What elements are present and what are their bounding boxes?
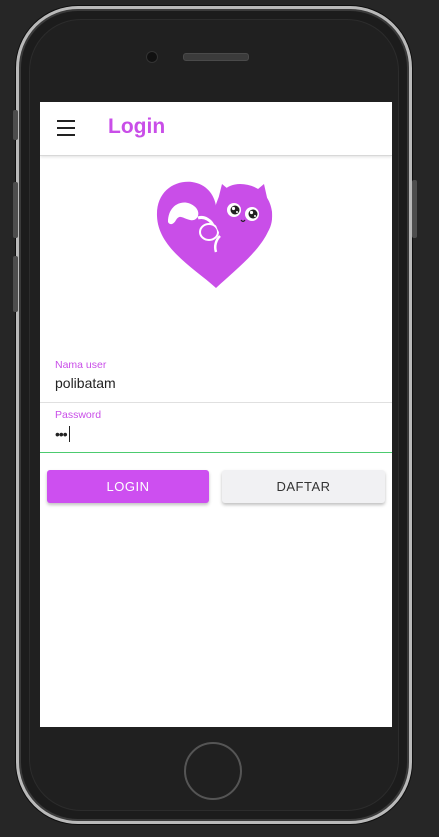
username-label: Nama user [55, 359, 107, 371]
page-title: Login [108, 115, 166, 138]
app-screen: Login Nama user polibatam Password ••• L… [40, 102, 392, 727]
earpiece-speaker [183, 53, 249, 61]
power-button [412, 180, 417, 238]
username-input[interactable]: polibatam [55, 375, 116, 391]
home-button[interactable] [184, 742, 242, 800]
password-field[interactable]: Password ••• [40, 404, 392, 453]
app-toolbar: Login [40, 102, 392, 156]
hamburger-menu-icon[interactable] [57, 120, 75, 136]
heart-cat-logo-icon [156, 181, 273, 288]
volume-down-button [13, 256, 18, 312]
password-input[interactable]: ••• [55, 426, 70, 442]
front-camera [146, 51, 158, 63]
password-mask: ••• [55, 426, 68, 442]
login-button[interactable]: LOGIN [47, 470, 209, 503]
volume-up-button [13, 182, 18, 238]
password-label: Password [55, 409, 102, 421]
text-cursor [68, 426, 70, 442]
mute-switch [13, 110, 18, 140]
daftar-button[interactable]: DAFTAR [222, 470, 385, 503]
username-field[interactable]: Nama user polibatam [40, 356, 392, 403]
